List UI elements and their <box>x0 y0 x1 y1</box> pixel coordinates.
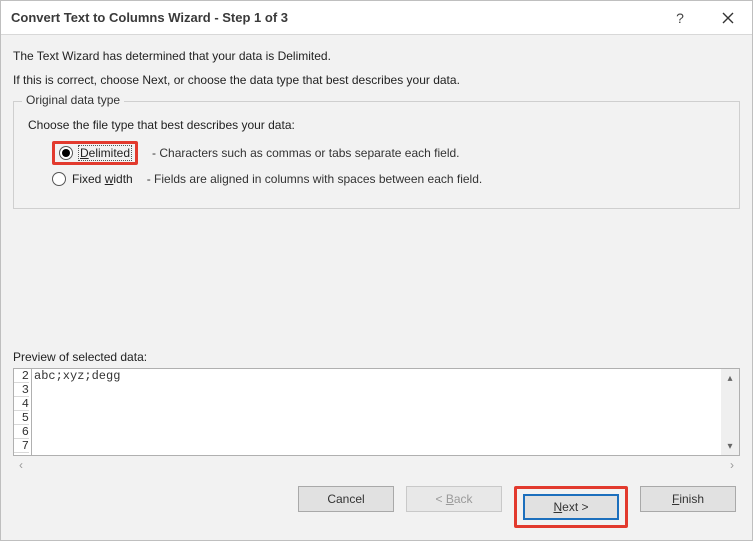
preview-row <box>34 383 721 397</box>
preview-row <box>34 411 721 425</box>
row-number: 2 <box>14 369 29 383</box>
highlight-next: Next > <box>514 486 628 528</box>
dialog-body: The Text Wizard has determined that your… <box>1 35 752 540</box>
group-prompt: Choose the file type that best describes… <box>28 118 729 132</box>
radio-fixed-width-label[interactable]: Fixed width <box>72 172 133 186</box>
wizard-dialog: Convert Text to Columns Wizard - Step 1 … <box>0 0 753 541</box>
finish-button[interactable]: Finish <box>640 486 736 512</box>
intro-text-1: The Text Wizard has determined that your… <box>13 49 740 63</box>
scroll-down-icon[interactable]: ▾ <box>721 437 739 455</box>
preview-vertical-scrollbar[interactable]: ▴ ▾ <box>721 369 739 455</box>
button-row: Cancel < Back Next > Finish <box>13 474 740 532</box>
radio-fixed-width-desc: - Fields are aligned in columns with spa… <box>147 172 483 186</box>
preview-row: abc;xyz;degg <box>34 369 721 383</box>
row-number: 4 <box>14 397 29 411</box>
highlight-delimited: Delimited <box>52 141 138 165</box>
radio-delimited-label-rest: elimited <box>89 146 130 160</box>
preview-content: abc;xyz;degg <box>32 369 721 455</box>
back-button: < Back <box>406 486 502 512</box>
close-button[interactable] <box>704 1 752 35</box>
preview-row <box>34 397 721 411</box>
original-data-type-group: Original data type Choose the file type … <box>13 101 740 209</box>
preview-horizontal-scrollbar[interactable]: ‹ › <box>13 456 740 474</box>
titlebar: Convert Text to Columns Wizard - Step 1 … <box>1 1 752 35</box>
cancel-button[interactable]: Cancel <box>298 486 394 512</box>
preview-label: Preview of selected data: <box>13 350 740 364</box>
intro-text-2: If this is correct, choose Next, or choo… <box>13 73 740 87</box>
radio-row-fixed: Fixed width - Fields are aligned in colu… <box>52 166 729 192</box>
preview-row <box>34 439 721 453</box>
dialog-title: Convert Text to Columns Wizard - Step 1 … <box>11 10 656 25</box>
close-icon <box>722 12 734 24</box>
row-number: 5 <box>14 411 29 425</box>
next-button[interactable]: Next > <box>523 494 619 520</box>
preview-row <box>34 425 721 439</box>
radio-delimited[interactable] <box>59 146 73 160</box>
preview-row-numbers: 2 3 4 5 6 7 <box>14 369 32 455</box>
row-number: 6 <box>14 425 29 439</box>
radio-delimited-label[interactable]: Delimited <box>79 146 131 160</box>
row-number: 3 <box>14 383 29 397</box>
radio-row-delimited: Delimited - Characters such as commas or… <box>52 140 729 166</box>
radio-delimited-desc: - Characters such as commas or tabs sepa… <box>152 146 459 160</box>
group-legend: Original data type <box>22 93 124 107</box>
scroll-up-icon[interactable]: ▴ <box>721 369 739 387</box>
scroll-left-icon[interactable]: ‹ <box>15 458 27 472</box>
row-number: 7 <box>14 439 29 453</box>
preview-box: 2 3 4 5 6 7 abc;xyz;degg ▴ ▾ <box>13 368 740 456</box>
radio-fixed-width[interactable] <box>52 172 66 186</box>
scroll-right-icon[interactable]: › <box>726 458 738 472</box>
help-button[interactable]: ? <box>656 1 704 35</box>
